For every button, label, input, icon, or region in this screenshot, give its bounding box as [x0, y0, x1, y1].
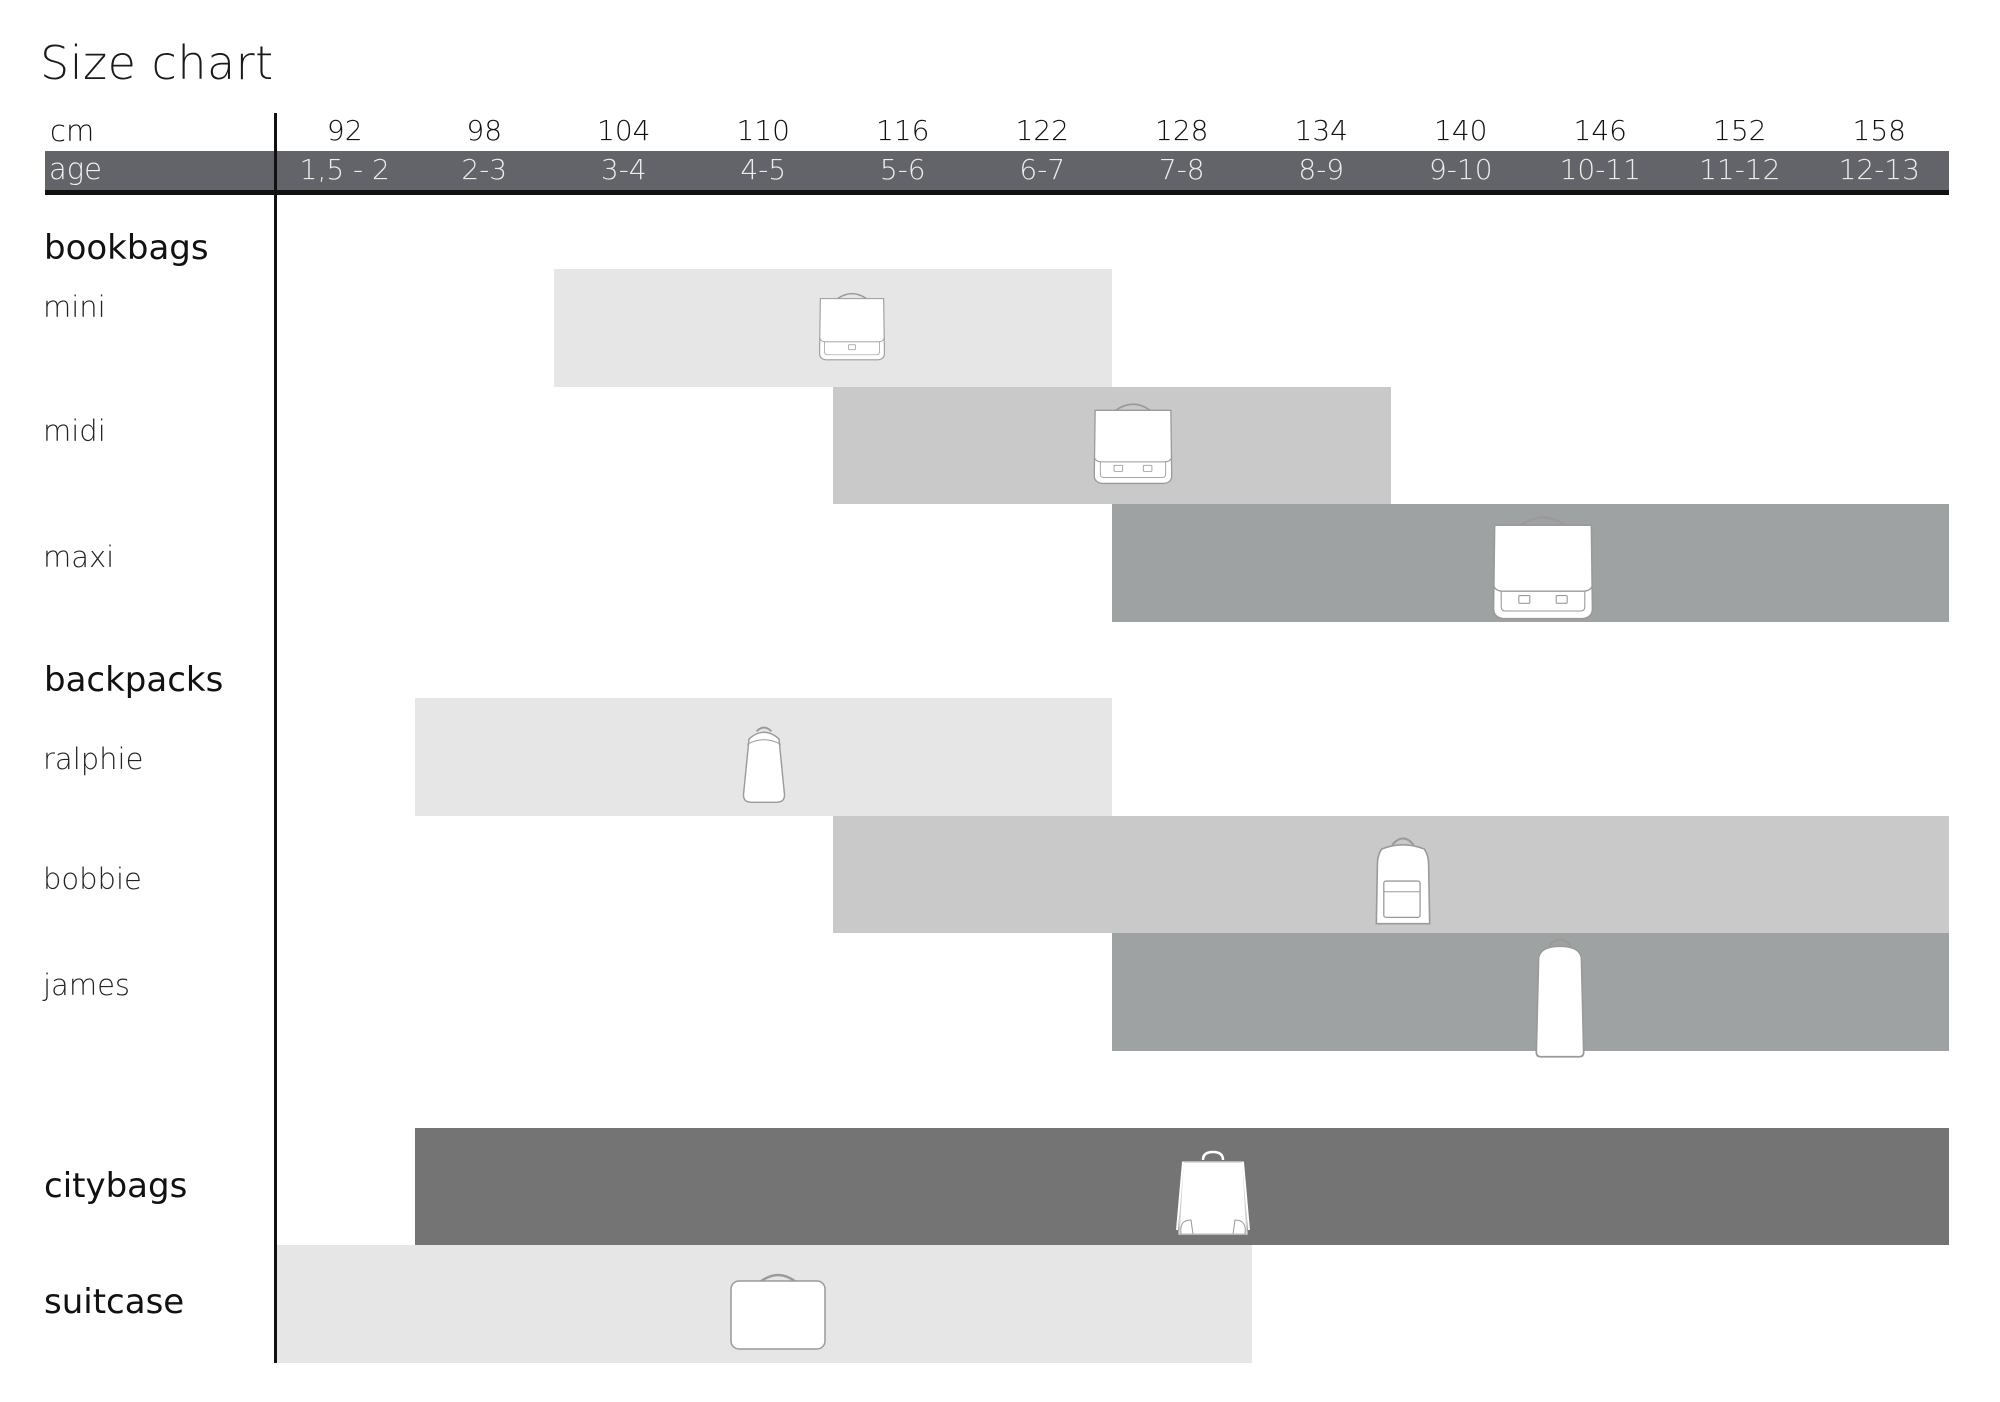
cm-axis-label: cm [50, 114, 95, 148]
group-label-citybags: citybags [44, 1166, 188, 1206]
cm-tick-label: 110 [736, 114, 790, 147]
row-label-james: james [43, 968, 131, 1002]
cm-tick-label: 92 [326, 114, 363, 147]
age-axis-label: age [49, 152, 103, 186]
age-tick-label: 4-5 [740, 153, 787, 186]
age-tick-label: 3-4 [600, 153, 647, 186]
row-label-midi: midi [43, 414, 106, 448]
row-label-ralphie: ralphie [43, 742, 144, 776]
age-tick-label: 7-8 [1158, 153, 1205, 186]
cm-tick-label: 158 [1852, 114, 1906, 147]
group-label-bookbags: bookbags [44, 228, 209, 268]
row-label-maxi: maxi [43, 540, 115, 574]
age-tick-label: 1,5 - 2 [299, 153, 390, 186]
age-tick-label: 8-9 [1298, 153, 1345, 186]
cm-tick-label: 122 [1015, 114, 1069, 147]
header-rule [45, 190, 1949, 195]
cm-tick-label: 140 [1434, 114, 1488, 147]
row-label-bobbie: bobbie [43, 862, 142, 896]
cm-tick-label: 116 [876, 114, 930, 147]
bookbag-mini-icon [816, 290, 888, 362]
age-tick-label: 12-13 [1838, 153, 1920, 186]
group-label-backpacks: backpacks [44, 660, 224, 700]
age-tick-label: 11-12 [1699, 153, 1781, 186]
cm-tick-label: 98 [466, 114, 503, 147]
cm-tick-label: 134 [1294, 114, 1348, 147]
backpack-james-icon [1529, 935, 1591, 1059]
cm-tick-label: 146 [1573, 114, 1627, 147]
age-tick-label: 10-11 [1559, 153, 1641, 186]
citybag-icon [1173, 1146, 1253, 1244]
cm-tick-label: 128 [1155, 114, 1209, 147]
age-tick-label: 9-10 [1428, 153, 1493, 186]
bookbag-maxi-icon [1487, 512, 1599, 622]
backpack-bobbie-icon [1371, 828, 1435, 932]
cm-tick-label: 104 [597, 114, 651, 147]
row-label-mini: mini [43, 290, 106, 324]
backpack-ralphie-icon [734, 722, 794, 806]
group-label-suitcase: suitcase [44, 1282, 185, 1322]
y-axis-line [274, 113, 277, 1363]
chart-title: Size chart [40, 36, 274, 90]
age-tick-label: 6-7 [1019, 153, 1066, 186]
cm-tick-label: 152 [1713, 114, 1767, 147]
suitcase-icon [728, 1272, 828, 1352]
age-tick-label: 5-6 [879, 153, 926, 186]
age-tick-label: 2-3 [461, 153, 508, 186]
bookbag-midi-icon [1090, 398, 1176, 488]
